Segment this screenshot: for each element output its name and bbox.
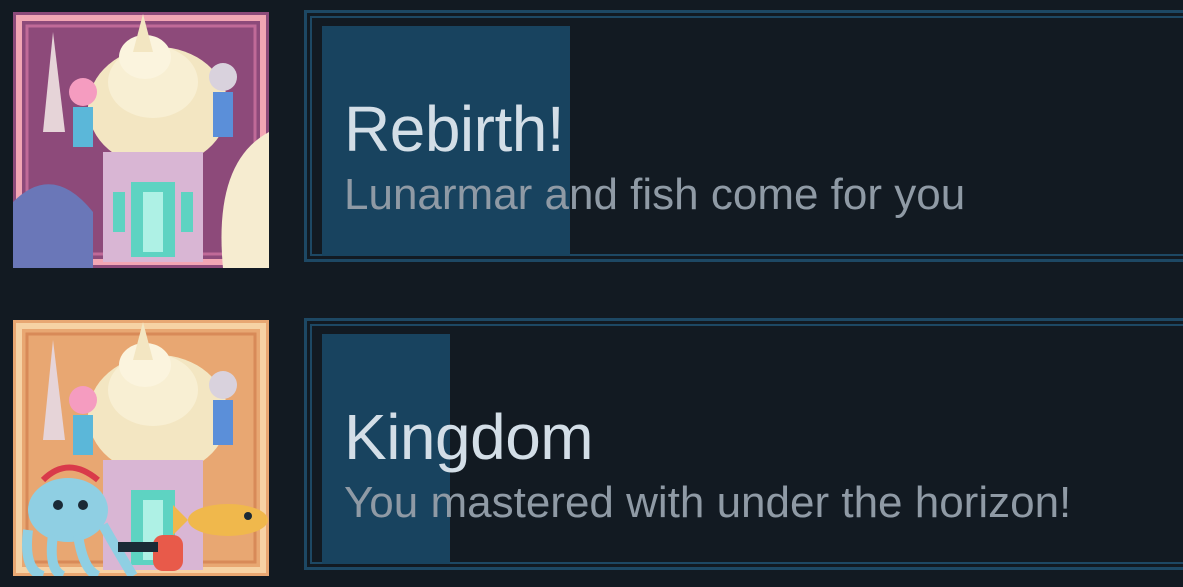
achievement-list: Rebirth! Lunarmar and fish come for you xyxy=(0,0,1183,587)
achievement-card: Kingdom You mastered with under the hori… xyxy=(304,318,1183,570)
mermaid-shell-castle-octopus-icon xyxy=(13,320,269,576)
mermaid-shell-castle-icon xyxy=(13,12,269,268)
achievement-icon xyxy=(13,320,269,576)
achievement-title: Kingdom xyxy=(344,401,594,473)
achievement-row[interactable]: Rebirth! Lunarmar and fish come for you xyxy=(0,10,1183,270)
achievement-description: You mastered with under the horizon! xyxy=(344,478,1072,527)
achievement-card-inner: Kingdom You mastered with under the hori… xyxy=(310,324,1183,564)
achievement-card: Rebirth! Lunarmar and fish come for you xyxy=(304,10,1183,262)
achievement-description: Lunarmar and fish come for you xyxy=(344,170,966,219)
achievement-icon xyxy=(13,12,269,268)
achievement-title: Rebirth! xyxy=(344,93,565,165)
achievement-row[interactable]: Kingdom You mastered with under the hori… xyxy=(0,318,1183,578)
achievement-card-inner: Rebirth! Lunarmar and fish come for you xyxy=(310,16,1183,256)
